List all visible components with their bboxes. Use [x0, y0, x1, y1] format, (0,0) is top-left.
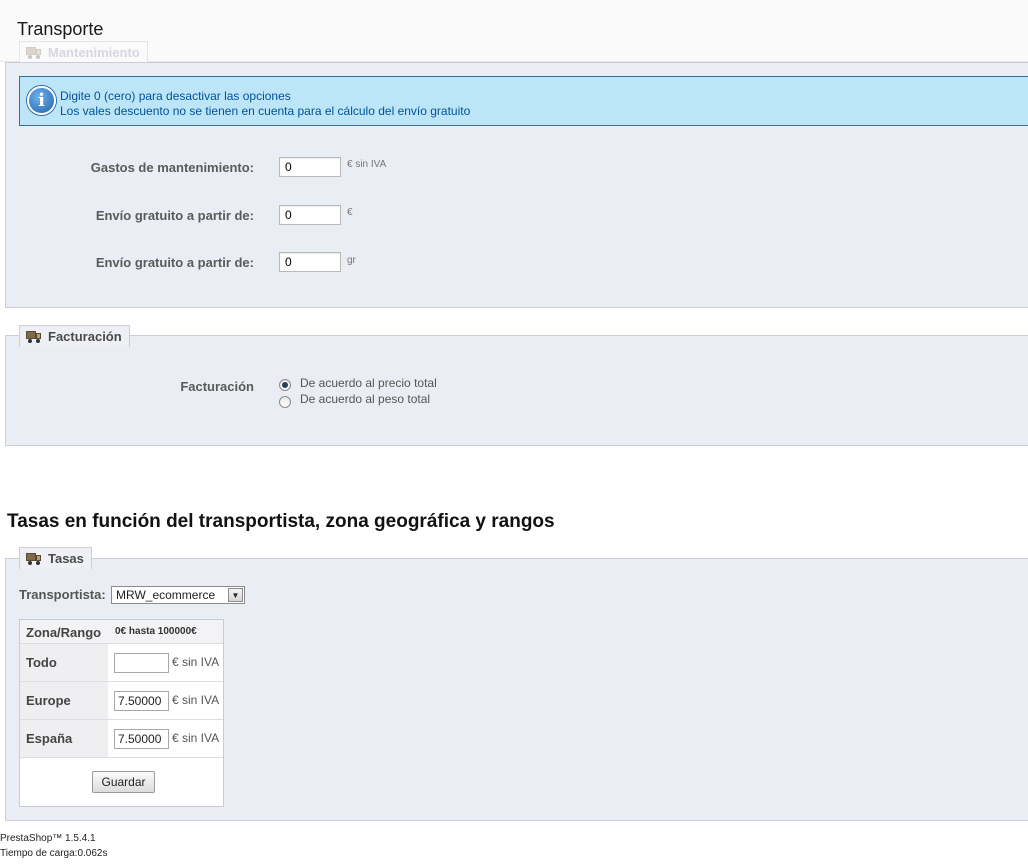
footer-load-time: Tiempo de carga:0.062s: [0, 848, 108, 859]
zone-range-header: Zona/Rango: [26, 625, 102, 640]
page-title: Transporte: [17, 19, 104, 39]
maintenance-legend: Mantenimiento: [19, 41, 148, 63]
billing-radio-weight[interactable]: [279, 396, 291, 408]
rate-unit: € sin IVA: [172, 693, 220, 707]
free-shipping-weight-input[interactable]: [279, 252, 341, 272]
carrier-label: Transportista:: [19, 587, 106, 602]
truck-icon: [26, 331, 42, 343]
info-line-2: Los vales descuento no se tienen en cuen…: [60, 104, 471, 118]
billing-radio-price-label[interactable]: De acuerdo al precio total: [300, 376, 437, 390]
handling-cost-unit: € sin IVA: [347, 159, 387, 170]
truck-icon: [26, 553, 42, 565]
maintenance-legend-label: Mantenimiento: [48, 45, 140, 60]
billing-legend: Facturación: [19, 325, 130, 347]
table-row: España € sin IVA: [20, 720, 223, 758]
zone-name: Todo: [26, 655, 57, 670]
billing-radio-price[interactable]: [279, 379, 291, 391]
rates-heading: Tasas en función del transportista, zona…: [7, 511, 555, 532]
rates-table-header: Zona/Rango 0€ hasta 100000€: [20, 620, 223, 644]
free-shipping-price-unit: €: [347, 207, 353, 218]
billing-label: Facturación: [180, 379, 254, 394]
truck-icon: [26, 47, 42, 59]
rate-unit: € sin IVA: [172, 655, 220, 669]
handling-cost-input[interactable]: [279, 157, 341, 177]
billing-radio-weight-label[interactable]: De acuerdo al peso total: [300, 392, 430, 406]
range-header: 0€ hasta 100000€: [115, 626, 197, 637]
rate-input-espana[interactable]: [114, 729, 169, 749]
zone-cell: Europe: [20, 682, 108, 719]
table-row: Europe € sin IVA: [20, 682, 223, 720]
page-header: Transporte: [0, 0, 1028, 62]
rates-legend: Tasas: [19, 547, 92, 569]
free-shipping-weight-unit: gr: [347, 255, 356, 266]
footer-version: PrestaShop™ 1.5.4.1: [0, 833, 96, 844]
rates-legend-label: Tasas: [48, 551, 84, 566]
zone-cell: Todo: [20, 644, 108, 681]
rates-table: Zona/Rango 0€ hasta 100000€ Todo € sin I…: [19, 619, 224, 807]
zone-name: Europe: [26, 693, 71, 708]
rate-input-todo[interactable]: [114, 653, 169, 673]
save-button[interactable]: Guardar: [92, 771, 155, 793]
table-row: Todo € sin IVA: [20, 644, 223, 682]
carrier-select-value: MRW_ecommerce: [116, 588, 216, 602]
info-message: i Digite 0 (cero) para desactivar las op…: [19, 76, 1028, 126]
rate-input-europe[interactable]: [114, 691, 169, 711]
rate-unit: € sin IVA: [172, 731, 220, 745]
carrier-select[interactable]: MRW_ecommerce ▼: [111, 586, 245, 604]
info-icon: i: [27, 86, 56, 115]
free-shipping-weight-label: Envío gratuito a partir de:: [95, 255, 254, 270]
zone-name: España: [26, 731, 73, 746]
info-line-1: Digite 0 (cero) para desactivar las opci…: [60, 89, 291, 103]
chevron-down-icon[interactable]: ▼: [228, 588, 243, 602]
billing-legend-label: Facturación: [48, 329, 122, 344]
zone-cell: España: [20, 720, 108, 757]
free-shipping-price-input[interactable]: [279, 205, 341, 225]
handling-cost-label: Gastos de mantenimiento:: [90, 160, 254, 175]
free-shipping-price-label: Envío gratuito a partir de:: [95, 208, 254, 223]
